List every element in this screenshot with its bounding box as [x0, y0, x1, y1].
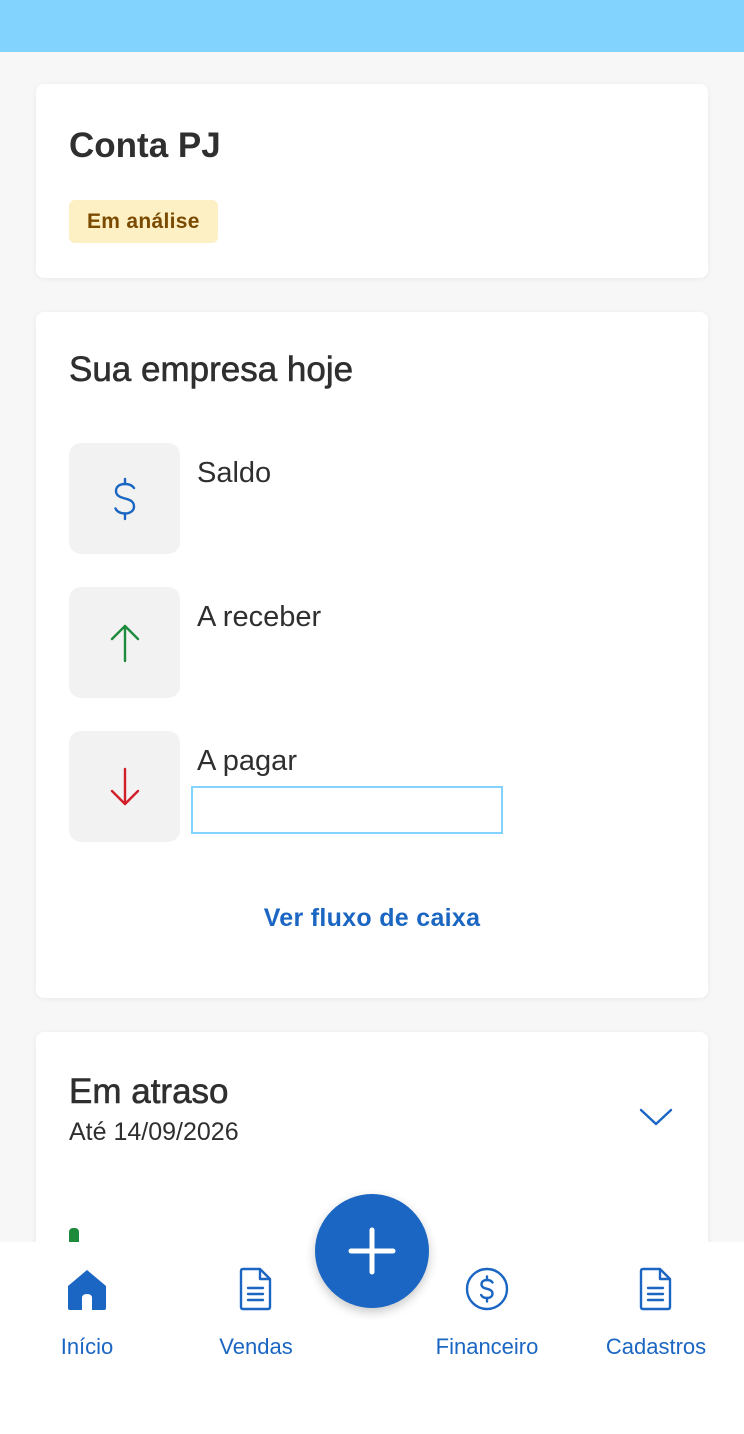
payable-row[interactable]: A pagar — [69, 731, 669, 843]
overdue-subtitle: Até 14/09/2026 — [69, 1118, 239, 1146]
overdue-title: Em atraso — [69, 1072, 229, 1112]
nav-item-inicio[interactable]: Início — [12, 1266, 162, 1359]
add-fab-button[interactable] — [315, 1194, 429, 1308]
payable-value-box — [191, 786, 503, 834]
dollar-circle-icon — [465, 1267, 509, 1311]
company-today-card: Sua empresa hoje Saldo A receber A pagar… — [36, 312, 708, 998]
company-today-title: Sua empresa hoje — [69, 350, 354, 390]
plus-icon — [348, 1227, 396, 1275]
receivable-row[interactable]: A receber — [69, 587, 669, 699]
dollar-icon — [113, 477, 135, 520]
document-icon — [639, 1267, 672, 1311]
receivable-label: A receber — [197, 601, 322, 633]
nav-label-cadastros: Cadastros — [605, 1334, 707, 1359]
arrow-down-icon — [110, 767, 139, 805]
status-badge: Em análise — [69, 200, 218, 243]
nav-label-inicio: Início — [60, 1334, 114, 1359]
receivable-icon-box — [69, 587, 180, 698]
account-title: Conta PJ — [69, 126, 221, 165]
cash-flow-link[interactable]: Ver fluxo de caixa — [36, 904, 708, 933]
chevron-down-icon[interactable] — [638, 1102, 674, 1130]
arrow-up-icon — [110, 624, 139, 662]
nav-item-cadastros[interactable]: Cadastros — [581, 1266, 731, 1359]
nav-item-vendas[interactable]: Vendas — [181, 1266, 331, 1359]
nav-label-vendas: Vendas — [219, 1334, 293, 1359]
document-icon — [239, 1267, 272, 1311]
balance-row[interactable]: Saldo — [69, 443, 669, 555]
payable-icon-box — [69, 731, 180, 842]
balance-icon-box — [69, 443, 180, 554]
nav-label-financeiro: Financeiro — [435, 1334, 539, 1359]
home-icon — [68, 1270, 106, 1310]
balance-label: Saldo — [197, 457, 272, 489]
account-card: Conta PJ Em análise — [36, 84, 708, 278]
payable-label: A pagar — [197, 745, 297, 777]
nav-item-financeiro[interactable]: Financeiro — [412, 1266, 562, 1359]
status-bar — [0, 0, 744, 52]
